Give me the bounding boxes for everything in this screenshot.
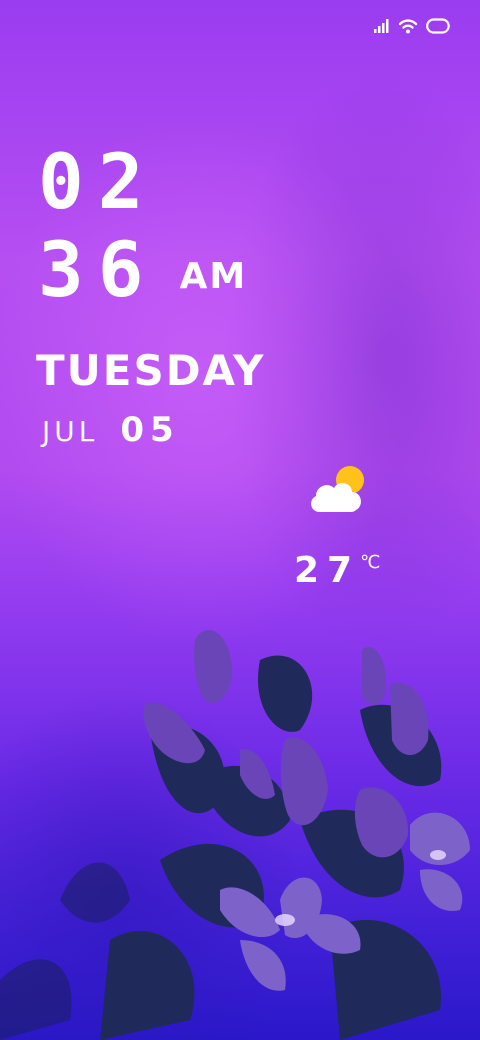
temperature-unit: ℃: [360, 552, 381, 573]
clock: 02 36 AM: [38, 138, 247, 321]
wallpaper-flowers: [0, 630, 470, 1040]
partly-cloudy-icon: [311, 466, 364, 512]
date-day: 05: [120, 410, 180, 450]
clock-ampm: AM: [179, 256, 248, 297]
clock-minute: 36: [38, 225, 158, 314]
temperature: 27℃: [294, 550, 380, 591]
clock-minute-row: 36 AM: [38, 226, 247, 321]
date-month: JUL: [42, 415, 99, 448]
signal-icon: [374, 19, 389, 33]
wifi-icon: [398, 19, 418, 34]
weekday-label: TUESDAY: [36, 346, 266, 395]
temperature-value: 27: [294, 550, 361, 591]
battery-icon: [426, 18, 450, 34]
status-bar: [374, 18, 450, 34]
date-label: JUL 05: [42, 410, 180, 450]
clock-hour: 02: [38, 137, 158, 226]
